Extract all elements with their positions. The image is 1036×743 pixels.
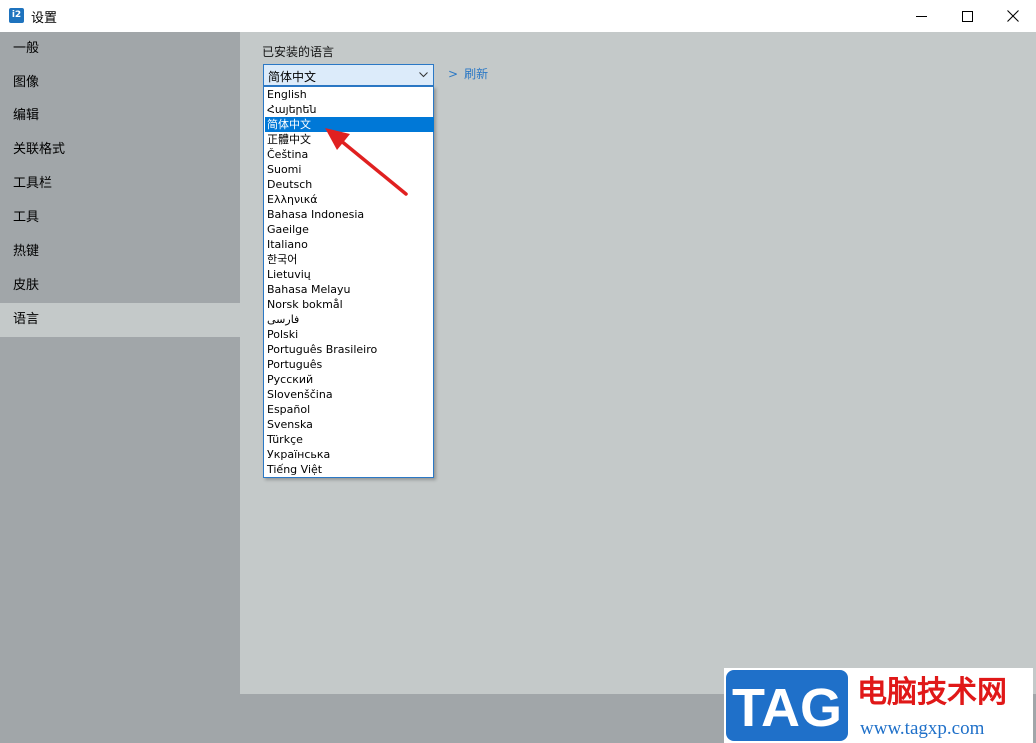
watermark-url: www.tagxp.com xyxy=(860,718,985,739)
chevron-down-icon xyxy=(419,72,428,78)
language-option-portuguese-brazil[interactable]: Português Brasileiro xyxy=(265,342,434,357)
language-dropdown-list[interactable]: English Հայերեն 简体中文 正體中文 Čeština Suomi … xyxy=(263,86,434,478)
installed-languages-label: 已安装的语言 xyxy=(262,45,335,59)
language-option-swedish[interactable]: Svenska xyxy=(265,417,434,432)
sidebar-item-skin[interactable]: 皮肤 xyxy=(0,269,240,303)
language-option-persian[interactable]: فارسی xyxy=(265,312,434,327)
watermark-site-name: 电脑技术网 xyxy=(857,675,1007,710)
language-option-italian[interactable]: Italiano xyxy=(265,237,434,252)
sidebar-item-language[interactable]: 语言 xyxy=(0,303,240,337)
sidebar-item-image[interactable]: 图像 xyxy=(0,66,240,100)
language-option-polish[interactable]: Polski xyxy=(265,327,434,342)
language-option-slovenian[interactable]: Slovenščina xyxy=(265,387,434,402)
minimize-button[interactable] xyxy=(898,0,944,32)
language-option-vietnamese[interactable]: Tiếng Việt xyxy=(265,462,434,477)
language-option-czech[interactable]: Čeština xyxy=(265,147,434,162)
language-option-armenian[interactable]: Հայերեն xyxy=(265,102,434,117)
sidebar-item-file-associations[interactable]: 关联格式 xyxy=(0,133,240,167)
sidebar-item-hotkeys[interactable]: 热键 xyxy=(0,235,240,269)
language-option-korean[interactable]: 한국어 xyxy=(265,252,434,267)
language-option-greek[interactable]: Ελληνικά xyxy=(265,192,434,207)
watermark-tag-text: TAG xyxy=(732,678,842,738)
language-select-value: 简体中文 xyxy=(268,70,317,84)
language-option-indonesian[interactable]: Bahasa Indonesia xyxy=(265,207,434,222)
watermark-logo: TAG 电脑技术网 www.tagxp.com xyxy=(724,668,1033,743)
language-option-simplified-chinese[interactable]: 简体中文 xyxy=(265,117,434,132)
chevron-right-icon: > xyxy=(448,67,459,81)
refresh-link[interactable]: > 刷新 xyxy=(448,65,488,82)
refresh-label: 刷新 xyxy=(464,67,489,81)
language-option-irish[interactable]: Gaeilge xyxy=(265,222,434,237)
sidebar-item-edit[interactable]: 编辑 xyxy=(0,99,240,133)
language-option-turkish[interactable]: Türkçe xyxy=(265,432,434,447)
watermark-text: TAG 电脑技术网 www.tagxp.com xyxy=(732,675,1007,739)
language-option-finnish[interactable]: Suomi xyxy=(265,162,434,177)
language-option-norwegian[interactable]: Norsk bokmål xyxy=(265,297,434,312)
sidebar-item-general[interactable]: 一般 xyxy=(0,32,240,66)
sidebar-item-toolbar[interactable]: 工具栏 xyxy=(0,167,240,201)
language-option-english[interactable]: English xyxy=(265,87,434,102)
language-option-russian[interactable]: Русский xyxy=(265,372,434,387)
maximize-button[interactable] xyxy=(944,0,990,32)
window-title: 设置 xyxy=(31,11,58,26)
language-option-traditional-chinese[interactable]: 正體中文 xyxy=(265,132,434,147)
close-button[interactable] xyxy=(990,0,1036,32)
app-icon: i2 xyxy=(9,8,24,23)
language-option-spanish[interactable]: Español xyxy=(265,402,434,417)
language-option-german[interactable]: Deutsch xyxy=(265,177,434,192)
maximize-icon xyxy=(961,10,973,22)
language-select[interactable]: 简体中文 xyxy=(263,64,434,86)
language-option-lithuanian[interactable]: Lietuvių xyxy=(265,267,434,282)
settings-sidebar: 一般 图像 编辑 关联格式 工具栏 工具 热键 皮肤 语言 xyxy=(0,32,240,743)
language-option-ukrainian[interactable]: Українська xyxy=(265,447,434,462)
language-option-portuguese[interactable]: Português xyxy=(265,357,434,372)
title-bar: i2 设置 xyxy=(0,0,1036,33)
language-option-malay[interactable]: Bahasa Melayu xyxy=(265,282,434,297)
close-icon xyxy=(1007,10,1019,22)
sidebar-item-tools[interactable]: 工具 xyxy=(0,201,240,235)
minimize-icon xyxy=(915,15,927,17)
